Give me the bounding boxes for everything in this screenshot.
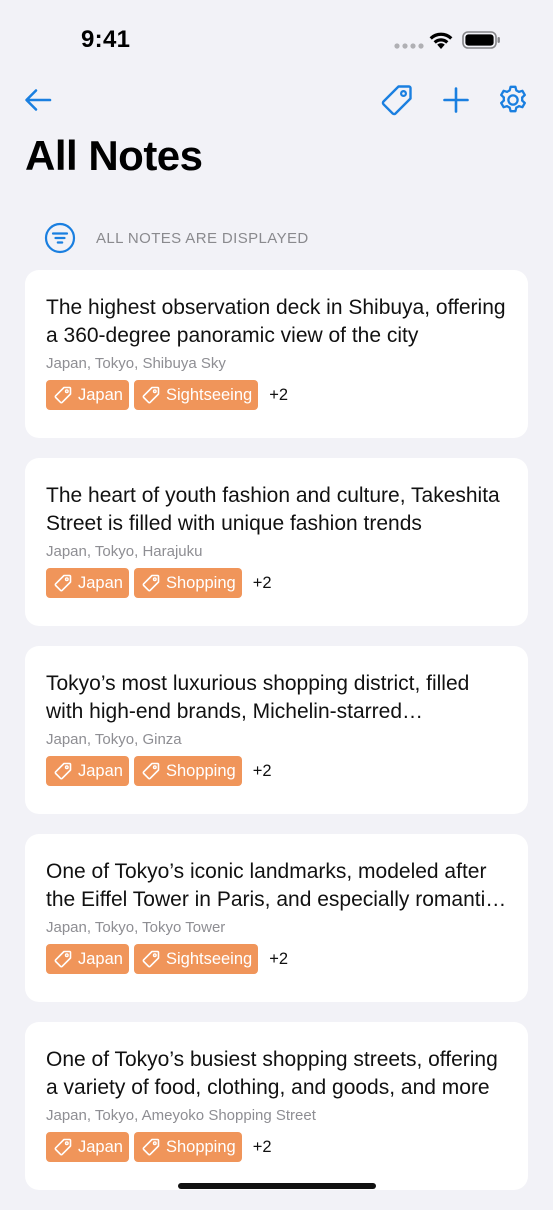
- battery-icon: [462, 31, 500, 49]
- tag-label: Sightseeing: [165, 385, 253, 404]
- note-text: One of Tokyo’s busiest shopping streets,…: [46, 1048, 498, 1099]
- note-location: Japan, Tokyo, Ameyoko Shopping Street: [46, 1107, 316, 1124]
- tag-label: Shopping: [165, 761, 236, 780]
- tag-row: Japan Shopping +2: [46, 1132, 508, 1162]
- tag-icon: [141, 573, 161, 593]
- tag-row: Japan Sightseeing +2: [46, 380, 508, 410]
- notes-list: The highest observation deck in Shibuya,…: [25, 270, 528, 1210]
- tag-chip[interactable]: Shopping: [133, 568, 242, 598]
- note-location: Japan, Tokyo, Harajuku: [46, 543, 203, 560]
- settings-button[interactable]: [493, 80, 533, 120]
- add-note-button[interactable]: [436, 80, 476, 120]
- filter-status-label: ALL NOTES ARE DISPLAYED: [96, 229, 309, 247]
- more-tags-count[interactable]: +2: [253, 1138, 272, 1157]
- tag-chip[interactable]: Shopping: [133, 1132, 242, 1162]
- plus-icon: [443, 87, 469, 113]
- tag-label: Shopping: [165, 1137, 236, 1156]
- tag-icon: [141, 761, 161, 781]
- tag-icon: [381, 85, 412, 116]
- page-title: All Notes: [25, 132, 203, 179]
- status-bar: 9:41: [0, 0, 553, 80]
- tag-row: Japan Shopping +2: [46, 568, 508, 598]
- tag-chip[interactable]: Shopping: [133, 756, 242, 786]
- tag-row: Japan Shopping +2: [46, 756, 508, 786]
- tag-label: Shopping: [165, 573, 236, 592]
- gear-icon: [500, 85, 526, 113]
- note-text: One of Tokyo’s iconic landmarks, modeled…: [46, 860, 496, 911]
- note-location: Japan, Tokyo, Tokyo Tower: [46, 919, 226, 936]
- arrow-left-icon: [25, 89, 52, 111]
- tag-label: Japan: [78, 385, 123, 404]
- tag-icon: [53, 385, 73, 405]
- tag-label: Japan: [78, 949, 123, 968]
- filter-icon: [44, 222, 76, 254]
- tag-label: Japan: [78, 761, 123, 780]
- back-button[interactable]: [18, 80, 58, 120]
- tag-label: Sightseeing: [165, 949, 253, 968]
- tag-icon: [53, 1137, 73, 1157]
- more-tags-count[interactable]: +2: [253, 762, 272, 781]
- tag-row: Japan Sightseeing +2: [46, 944, 508, 974]
- tag-label: Japan: [78, 573, 123, 592]
- tag-chip[interactable]: Japan: [46, 568, 129, 598]
- note-location: Japan, Tokyo, Ginza: [46, 731, 182, 748]
- note-card[interactable]: Tokyo’s most luxurious shopping district…: [25, 646, 528, 814]
- tag-chip[interactable]: Japan: [46, 380, 129, 410]
- tag-icon: [53, 573, 73, 593]
- tag-chip[interactable]: Japan: [46, 1132, 129, 1162]
- note-card[interactable]: The highest observation deck in Shibuya,…: [25, 270, 528, 438]
- home-indicator: [178, 1183, 376, 1189]
- tag-chip[interactable]: Japan: [46, 756, 129, 786]
- tag-label: Japan: [78, 1137, 123, 1156]
- tag-chip[interactable]: Sightseeing: [133, 380, 259, 410]
- tag-chip[interactable]: Japan: [46, 944, 129, 974]
- more-tags-count[interactable]: +2: [269, 950, 288, 969]
- note-card[interactable]: One of Tokyo’s busiest shopping streets,…: [25, 1022, 528, 1190]
- more-tags-count[interactable]: +2: [253, 574, 272, 593]
- tag-icon: [53, 761, 73, 781]
- signal-dots-icon: [394, 43, 424, 49]
- note-text: The highest observation deck in Shibuya,…: [46, 296, 506, 347]
- note-card[interactable]: One of Tokyo’s iconic landmarks, modeled…: [25, 834, 528, 1002]
- note-card[interactable]: The heart of youth fashion and culture, …: [25, 458, 528, 626]
- tag-icon: [53, 949, 73, 969]
- tag-icon: [141, 949, 161, 969]
- more-tags-count[interactable]: +2: [269, 386, 288, 405]
- filter-status-row: ALL NOTES ARE DISPLAYED: [44, 220, 309, 256]
- tag-icon: [141, 1137, 161, 1157]
- note-text: The heart of youth fashion and culture, …: [46, 484, 500, 535]
- wifi-icon: [429, 32, 453, 49]
- status-time: 9:41: [81, 26, 131, 53]
- tags-button[interactable]: [377, 80, 417, 120]
- note-location: Japan, Tokyo, Shibuya Sky: [46, 355, 226, 372]
- tag-chip[interactable]: Sightseeing: [133, 944, 259, 974]
- filter-button[interactable]: [44, 222, 76, 254]
- note-text: Tokyo’s most luxurious shopping district…: [46, 672, 470, 723]
- tag-icon: [141, 385, 161, 405]
